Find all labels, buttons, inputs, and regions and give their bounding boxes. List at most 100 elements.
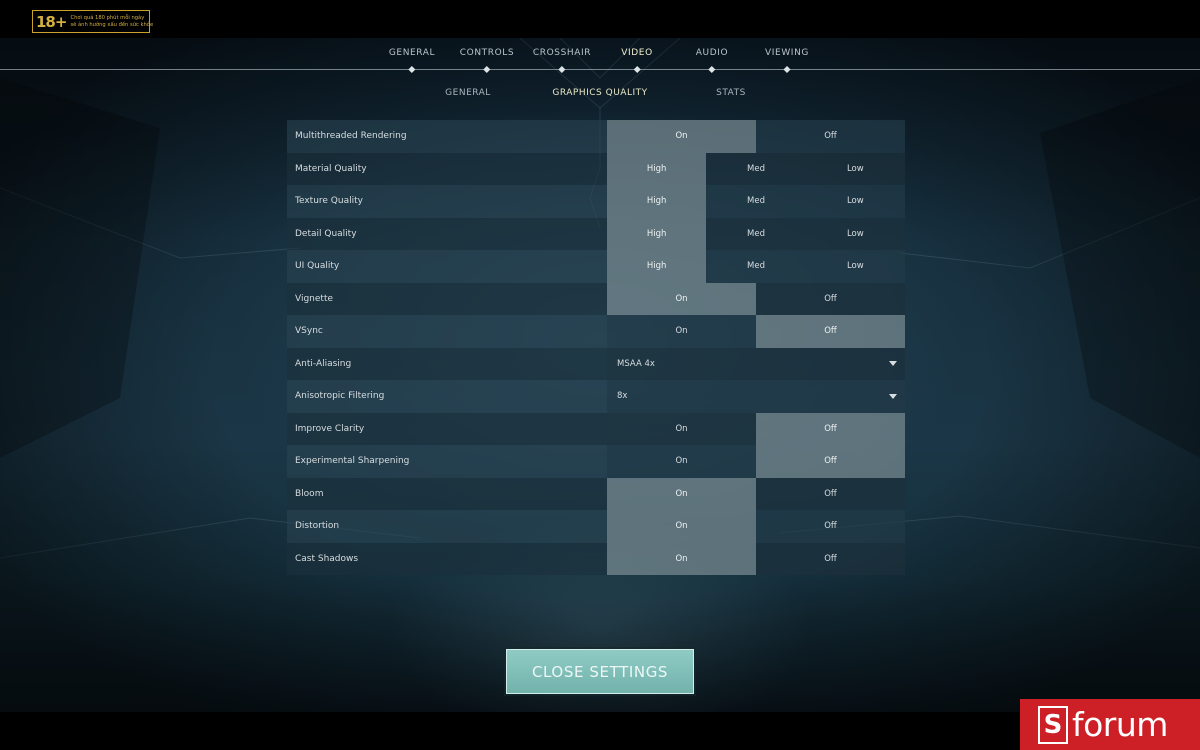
setting-label: Bloom bbox=[287, 477, 607, 510]
setting-row-material-quality: Material Quality High Med Low bbox=[287, 152, 905, 185]
setting-row-bloom: Bloom On Off bbox=[287, 477, 905, 510]
multithreaded-rendering-option-off[interactable]: Off bbox=[756, 120, 905, 153]
multithreaded-rendering-option-on[interactable]: On bbox=[607, 120, 756, 153]
chevron-down-icon bbox=[889, 393, 897, 399]
ui-quality-option-med[interactable]: Med bbox=[706, 250, 806, 283]
cast-shadows-option-off[interactable]: Off bbox=[756, 542, 905, 575]
tab-crosshair[interactable]: CROSSHAIR bbox=[532, 48, 592, 74]
ui-quality-option-high[interactable]: High bbox=[607, 250, 707, 283]
setting-row-vsync: VSync On Off bbox=[287, 315, 905, 348]
texture-quality-option-high[interactable]: High bbox=[607, 185, 707, 218]
setting-label: Anisotropic Filtering bbox=[287, 380, 607, 413]
anti-aliasing-dropdown[interactable]: MSAA 4x bbox=[607, 347, 905, 380]
material-quality-options: High Med Low bbox=[607, 152, 905, 185]
top-bar: 18+ Chơi quá 180 phút mỗi ngày sẽ ảnh hư… bbox=[0, 0, 1200, 38]
cast-shadows-option-on[interactable]: On bbox=[607, 542, 756, 575]
setting-row-texture-quality: Texture Quality High Med Low bbox=[287, 185, 905, 218]
setting-label: Multithreaded Rendering bbox=[287, 120, 607, 153]
vignette-options: On Off bbox=[607, 282, 905, 315]
improve-clarity-option-on[interactable]: On bbox=[607, 412, 756, 445]
age-rating-number: 18+ bbox=[36, 12, 67, 31]
tab-controls-label: CONTROLS bbox=[459, 48, 515, 58]
material-quality-option-low[interactable]: Low bbox=[805, 152, 905, 185]
tab-controls[interactable]: CONTROLS bbox=[459, 48, 515, 74]
bloom-option-on[interactable]: On bbox=[607, 477, 756, 510]
anisotropic-filtering-dropdown[interactable]: 8x bbox=[607, 380, 905, 413]
vignette-option-on[interactable]: On bbox=[607, 282, 756, 315]
setting-label: Detail Quality bbox=[287, 217, 607, 250]
setting-row-ui-quality: UI Quality High Med Low bbox=[287, 250, 905, 283]
ui-quality-options: High Med Low bbox=[607, 250, 905, 283]
tab-audio-label: AUDIO bbox=[695, 48, 729, 58]
anisotropic-filtering-dropdown-value: 8x bbox=[617, 391, 628, 402]
distortion-option-on[interactable]: On bbox=[607, 510, 756, 543]
multithreaded-rendering-options: On Off bbox=[607, 120, 905, 153]
detail-quality-option-low[interactable]: Low bbox=[805, 217, 905, 250]
age-rating-warning: Chơi quá 180 phút mỗi ngày sẽ ảnh hưởng … bbox=[70, 15, 153, 28]
setting-label: Texture Quality bbox=[287, 185, 607, 218]
subtab-stats[interactable]: STATS bbox=[716, 88, 746, 98]
distortion-option-off[interactable]: Off bbox=[756, 510, 905, 543]
sforum-watermark: S forum bbox=[1020, 699, 1200, 750]
setting-label: Cast Shadows bbox=[287, 542, 607, 575]
material-quality-option-high[interactable]: High bbox=[607, 152, 707, 185]
texture-quality-option-low[interactable]: Low bbox=[805, 185, 905, 218]
setting-label: VSync bbox=[287, 315, 607, 348]
detail-quality-options: High Med Low bbox=[607, 217, 905, 250]
vignette-option-off[interactable]: Off bbox=[756, 282, 905, 315]
texture-quality-options: High Med Low bbox=[607, 185, 905, 218]
setting-label: UI Quality bbox=[287, 250, 607, 283]
age-rating-badge: 18+ Chơi quá 180 phút mỗi ngày sẽ ảnh hư… bbox=[32, 10, 153, 33]
texture-quality-option-med[interactable]: Med bbox=[706, 185, 806, 218]
setting-row-experimental-sharpening: Experimental Sharpening On Off bbox=[287, 445, 905, 478]
close-settings-button[interactable]: CLOSE SETTINGS bbox=[506, 649, 694, 694]
setting-row-distortion: Distortion On Off bbox=[287, 510, 905, 543]
sforum-wordmark: forum bbox=[1072, 705, 1168, 744]
tab-general-label: GENERAL bbox=[388, 48, 436, 58]
vsync-option-off[interactable]: Off bbox=[756, 315, 905, 348]
age-warning-line-2: sẽ ảnh hưởng xấu đến sức khỏe bbox=[70, 21, 154, 28]
vsync-options: On Off bbox=[607, 315, 905, 348]
setting-label: Material Quality bbox=[287, 152, 607, 185]
setting-row-anti-aliasing: Anti-Aliasing MSAA 4x bbox=[287, 347, 905, 380]
tab-general[interactable]: GENERAL bbox=[388, 48, 436, 74]
vsync-option-on[interactable]: On bbox=[607, 315, 756, 348]
tab-viewing[interactable]: VIEWING bbox=[765, 48, 809, 74]
experimental-sharpening-options: On Off bbox=[607, 445, 905, 478]
setting-row-anisotropic-filtering: Anisotropic Filtering 8x bbox=[287, 380, 905, 413]
cast-shadows-options: On Off bbox=[607, 542, 905, 575]
subtab-general[interactable]: GENERAL bbox=[445, 88, 491, 98]
tab-video[interactable]: VIDEO bbox=[621, 48, 653, 74]
tab-audio[interactable]: AUDIO bbox=[695, 48, 729, 74]
setting-row-multithreaded-rendering: Multithreaded Rendering On Off bbox=[287, 120, 905, 153]
tab-bar-divider bbox=[0, 69, 1200, 70]
material-quality-option-med[interactable]: Med bbox=[706, 152, 806, 185]
age-warning-line-1: Chơi quá 180 phút mỗi ngày bbox=[70, 15, 145, 21]
setting-label: Vignette bbox=[287, 282, 607, 315]
experimental-sharpening-option-off[interactable]: Off bbox=[756, 445, 905, 478]
anti-aliasing-dropdown-value: MSAA 4x bbox=[617, 358, 655, 369]
ui-quality-option-low[interactable]: Low bbox=[805, 250, 905, 283]
detail-quality-option-med[interactable]: Med bbox=[706, 217, 806, 250]
improve-clarity-options: On Off bbox=[607, 412, 905, 445]
detail-quality-option-high[interactable]: High bbox=[607, 217, 707, 250]
setting-label: Experimental Sharpening bbox=[287, 445, 607, 478]
setting-label: Improve Clarity bbox=[287, 412, 607, 445]
graphics-settings-list: Multithreaded Rendering On Off Material Qua… bbox=[287, 120, 905, 575]
setting-label: Anti-Aliasing bbox=[287, 347, 607, 380]
setting-row-detail-quality: Detail Quality High Med Low bbox=[287, 217, 905, 250]
distortion-options: On Off bbox=[607, 510, 905, 543]
tab-video-label: VIDEO bbox=[621, 48, 653, 58]
setting-row-improve-clarity: Improve Clarity On Off bbox=[287, 412, 905, 445]
tab-viewing-label: VIEWING bbox=[765, 48, 809, 58]
experimental-sharpening-option-on[interactable]: On bbox=[607, 445, 756, 478]
sub-tab-bar: GENERAL GRAPHICS QUALITY STATS bbox=[0, 88, 1200, 104]
subtab-graphics-quality[interactable]: GRAPHICS QUALITY bbox=[552, 88, 647, 98]
tab-crosshair-label: CROSSHAIR bbox=[532, 48, 592, 58]
setting-row-vignette: Vignette On Off bbox=[287, 282, 905, 315]
setting-label: Distortion bbox=[287, 510, 607, 543]
improve-clarity-option-off[interactable]: Off bbox=[756, 412, 905, 445]
bloom-options: On Off bbox=[607, 477, 905, 510]
chevron-down-icon bbox=[889, 361, 897, 367]
bloom-option-off[interactable]: Off bbox=[756, 477, 905, 510]
